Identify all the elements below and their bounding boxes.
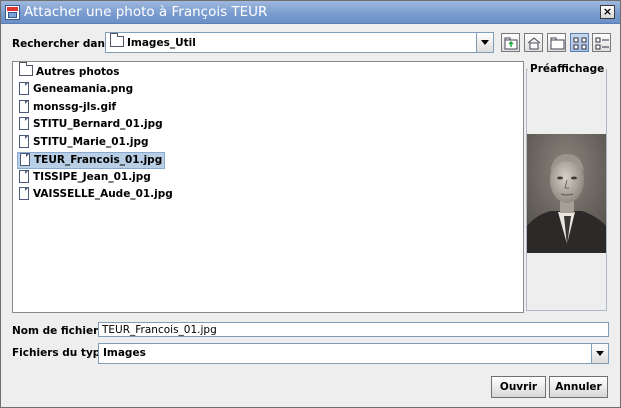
file-item[interactable]: Geneamania.png (17, 82, 135, 99)
new-folder-icon (550, 37, 565, 50)
file-item-folder[interactable]: Autres photos (17, 62, 122, 82)
filetype-dropdown[interactable]: Images (98, 343, 609, 364)
chevron-down-icon[interactable] (476, 33, 493, 52)
filetype-value: Images (103, 347, 146, 359)
file-icon (19, 135, 29, 148)
app-icon (5, 5, 20, 20)
look-in-value: Images_Util (127, 37, 196, 49)
file-item[interactable]: monssg-jls.gif (17, 100, 118, 117)
file-chooser-dialog: Attacher une photo à François TEUR × Rec… (0, 0, 621, 408)
preview-label: Préaffichage (528, 63, 607, 75)
window-title: Attacher une photo à François TEUR (24, 4, 268, 20)
file-icon (19, 117, 29, 130)
file-item[interactable]: TISSIPE_Jean_01.jpg (17, 170, 153, 187)
file-icon (19, 170, 29, 183)
folder-icon (110, 33, 124, 47)
filename-input[interactable] (98, 322, 609, 337)
list-view-icon (573, 37, 587, 50)
file-icon (19, 82, 29, 95)
file-item[interactable]: VAISSELLE_Aude_01.jpg (17, 187, 175, 204)
list-view-button[interactable] (570, 33, 589, 52)
title-bar[interactable]: Attacher une photo à François TEUR × (1, 1, 620, 24)
folder-icon (19, 62, 33, 76)
preview-photo (527, 134, 606, 253)
up-one-level-button[interactable] (501, 33, 520, 52)
file-icon (19, 100, 29, 113)
details-view-icon (595, 37, 609, 50)
cancel-button[interactable]: Annuler (549, 376, 608, 398)
close-button[interactable]: × (600, 5, 615, 19)
file-icon (20, 153, 30, 166)
filename-value[interactable] (99, 323, 608, 337)
details-view-button[interactable] (592, 33, 611, 52)
filename-label: Nom de fichier : (12, 325, 107, 337)
file-item[interactable]: STITU_Bernard_01.jpg (17, 117, 165, 134)
new-folder-button[interactable] (547, 33, 566, 52)
look-in-dropdown[interactable]: Images_Util (105, 32, 494, 53)
portrait-photo (527, 134, 606, 253)
file-item-selected[interactable]: TEUR_Francois_01.jpg (17, 152, 166, 169)
file-list[interactable]: Autres photos Geneamania.png monssg-jls.… (12, 61, 524, 313)
up-one-level-icon (504, 37, 518, 50)
file-icon (19, 187, 29, 200)
look-in-label: Rechercher dans : (12, 38, 120, 50)
open-button[interactable]: Ouvrir (491, 376, 546, 398)
file-item[interactable]: STITU_Marie_01.jpg (17, 135, 151, 152)
chevron-down-icon[interactable] (591, 344, 608, 363)
home-icon (527, 37, 541, 50)
home-button[interactable] (524, 33, 543, 52)
